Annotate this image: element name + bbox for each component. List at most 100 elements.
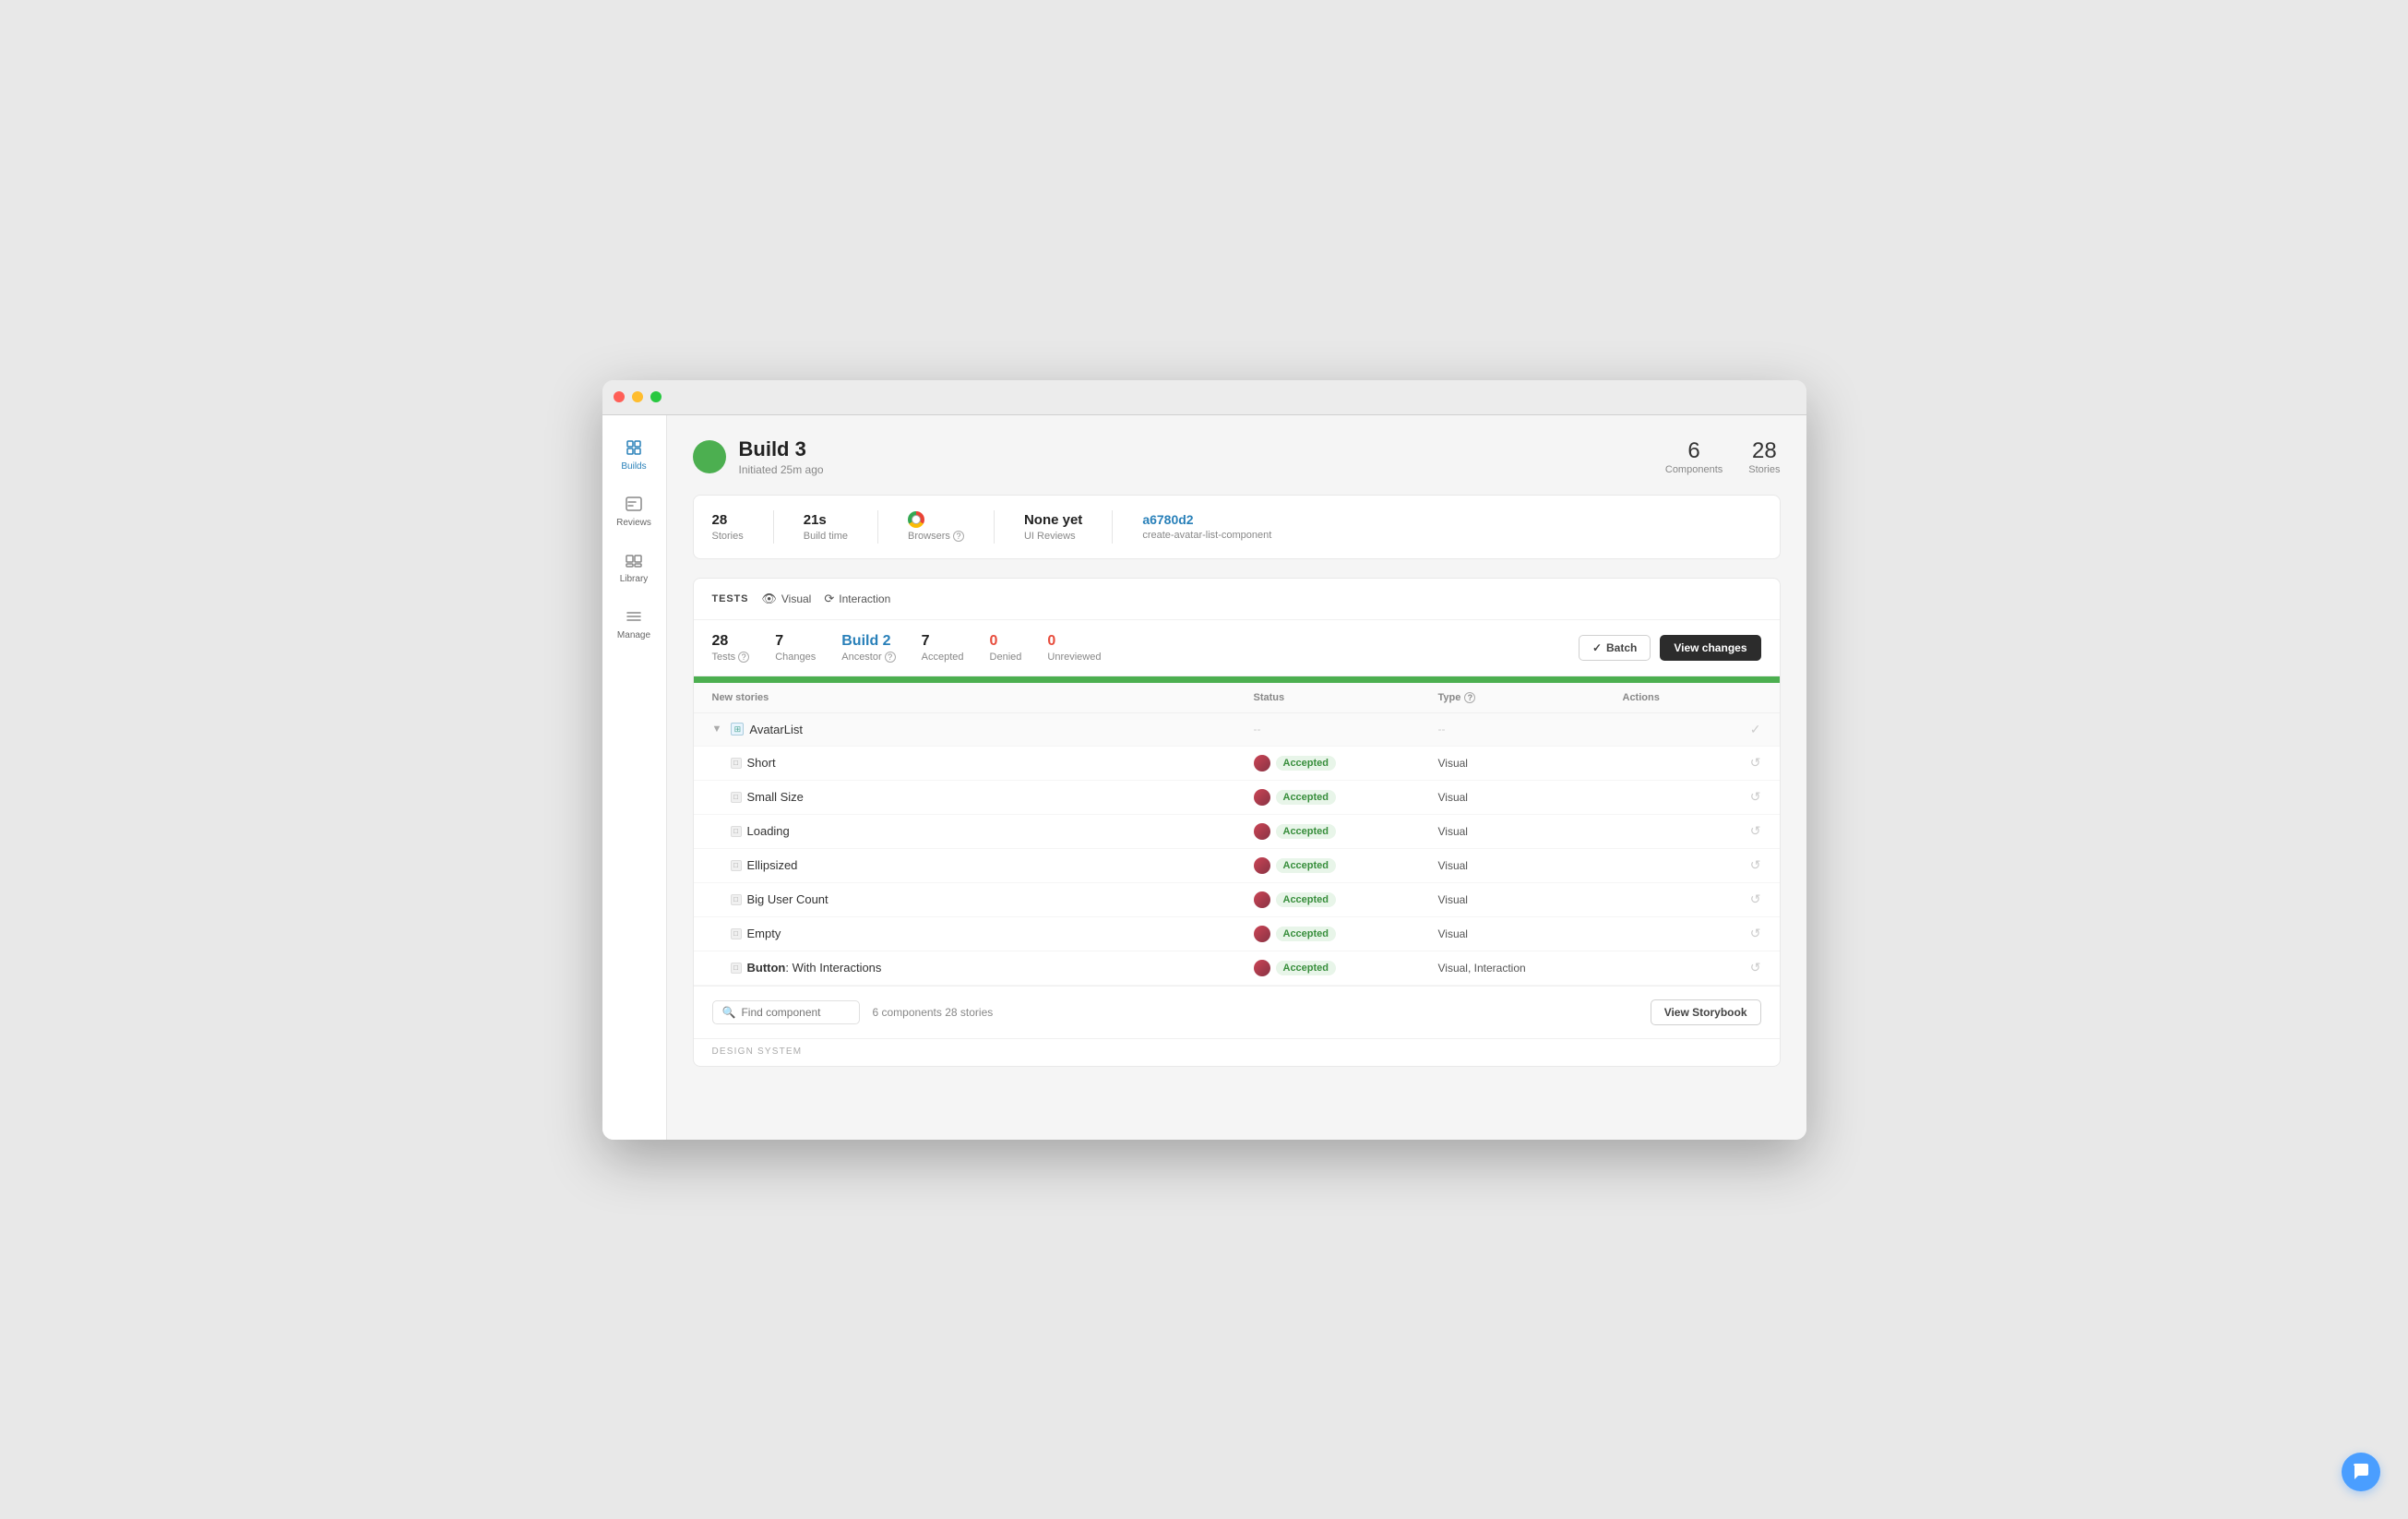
eye-icon: 👁 bbox=[761, 592, 777, 606]
unreviewed-label: Unreviewed bbox=[1047, 652, 1101, 663]
story-name: □ Ellipsized bbox=[712, 858, 1254, 872]
story-type: Visual bbox=[1438, 757, 1623, 770]
sidebar-item-reviews[interactable]: Reviews bbox=[606, 486, 662, 535]
accepted-count: 7 bbox=[922, 633, 964, 650]
batch-button[interactable]: ✓ Batch bbox=[1579, 635, 1651, 661]
story-icon: □ bbox=[731, 928, 742, 939]
story-label: Loading bbox=[747, 824, 790, 838]
story-status: Accepted bbox=[1254, 823, 1438, 840]
type-help-icon[interactable]: ? bbox=[1464, 692, 1475, 703]
builds-label: Builds bbox=[621, 461, 646, 472]
footer-bar: 🔍 6 components 28 stories View Storybook bbox=[694, 986, 1780, 1038]
components-stat: 6 Components bbox=[1665, 438, 1723, 475]
story-type: Visual bbox=[1438, 859, 1623, 872]
denied-count: 0 bbox=[990, 633, 1022, 650]
undo-icon[interactable]: ↺ bbox=[1750, 857, 1761, 873]
library-label: Library bbox=[620, 574, 649, 584]
tests-help-icon[interactable]: ? bbox=[738, 652, 749, 663]
commit-link[interactable]: a6780d2 bbox=[1142, 512, 1271, 527]
ancestor-label: Ancestor ? bbox=[841, 652, 895, 663]
minimize-button[interactable] bbox=[632, 391, 643, 402]
maximize-button[interactable] bbox=[650, 391, 662, 402]
chevron-down-icon[interactable]: ▼ bbox=[712, 724, 722, 735]
story-icon: □ bbox=[731, 963, 742, 974]
browsers-label: Browsers ? bbox=[908, 531, 964, 542]
search-icon: 🔍 bbox=[722, 1006, 736, 1019]
undo-icon[interactable]: ↺ bbox=[1750, 755, 1761, 771]
status-badge: Accepted bbox=[1276, 824, 1337, 839]
build-time-label: Build time bbox=[804, 531, 848, 542]
group-type: -- bbox=[1438, 723, 1623, 736]
stat-unreviewed: 0 Unreviewed bbox=[1047, 633, 1101, 663]
stories-value: 28 bbox=[712, 512, 744, 528]
view-storybook-button[interactable]: View Storybook bbox=[1651, 999, 1761, 1025]
table-row: □ Button: With Interactions Accepted Vis… bbox=[694, 951, 1780, 986]
story-icon: □ bbox=[731, 860, 742, 871]
tests-section: TESTS 👁 Visual ⟳ Interaction 28 bbox=[693, 578, 1781, 1067]
chat-fab-button[interactable] bbox=[2342, 1453, 2380, 1491]
components-count: 6 bbox=[1687, 438, 1699, 464]
story-action: ↺ bbox=[1623, 891, 1761, 907]
batch-label: Batch bbox=[1606, 641, 1637, 654]
build-time-value: 21s bbox=[804, 512, 848, 528]
ancestor-link[interactable]: Build 2 bbox=[841, 633, 895, 650]
ancestor-help-icon[interactable]: ? bbox=[885, 652, 896, 663]
build-header: Build 3 Initiated 25m ago 6 Components 2… bbox=[693, 437, 1781, 476]
search-bar[interactable]: 🔍 bbox=[712, 1000, 860, 1024]
stat-tests: 28 Tests ? bbox=[712, 633, 750, 663]
stat-changes: 7 Changes bbox=[775, 633, 816, 663]
search-input[interactable] bbox=[741, 1006, 849, 1019]
build-stats: 6 Components 28 Stories bbox=[1665, 438, 1781, 475]
info-build-time: 21s Build time bbox=[804, 512, 848, 542]
progress-bar bbox=[694, 676, 1780, 683]
group-name: ▼ ⊞ AvatarList bbox=[712, 723, 1254, 736]
sidebar-item-builds[interactable]: Builds bbox=[606, 430, 662, 479]
story-type: Visual bbox=[1438, 893, 1623, 906]
undo-icon[interactable]: ↺ bbox=[1750, 891, 1761, 907]
story-action: ↺ bbox=[1623, 823, 1761, 839]
view-changes-label: View changes bbox=[1674, 641, 1746, 654]
story-label: Empty bbox=[747, 927, 781, 940]
sidebar-item-manage[interactable]: Manage bbox=[606, 599, 662, 648]
browsers-help-icon[interactable]: ? bbox=[953, 531, 964, 542]
tests-stats-left: 28 Tests ? 7 Changes Build 2 bbox=[712, 633, 1102, 663]
table-row: □ Big User Count Accepted Visual ↺ bbox=[694, 883, 1780, 917]
status-badge: Accepted bbox=[1276, 756, 1337, 771]
story-name: □ Big User Count bbox=[712, 892, 1254, 906]
tab-visual-label: Visual bbox=[781, 592, 811, 605]
story-name: □ Loading bbox=[712, 824, 1254, 838]
build-status-dot bbox=[693, 440, 726, 473]
undo-icon[interactable]: ↺ bbox=[1750, 960, 1761, 975]
story-status: Accepted bbox=[1254, 960, 1438, 976]
story-label: Big User Count bbox=[747, 892, 828, 906]
accepted-label: Accepted bbox=[922, 652, 964, 663]
tab-visual[interactable]: 👁 Visual bbox=[761, 592, 811, 606]
manage-icon bbox=[624, 606, 644, 627]
table-header: New stories Status Type ? Actions bbox=[694, 683, 1780, 713]
build-title: Build 3 bbox=[739, 437, 824, 461]
undo-icon[interactable]: ↺ bbox=[1750, 926, 1761, 941]
stat-ancestor: Build 2 Ancestor ? bbox=[841, 633, 895, 663]
story-action: ↺ bbox=[1623, 755, 1761, 771]
story-icon: □ bbox=[731, 758, 742, 769]
info-browsers: Browsers ? bbox=[908, 511, 964, 542]
col-actions: Actions bbox=[1623, 692, 1761, 703]
view-changes-button[interactable]: View changes bbox=[1660, 635, 1760, 661]
undo-icon[interactable]: ↺ bbox=[1750, 789, 1761, 805]
info-divider-4 bbox=[1112, 510, 1113, 544]
table-row: □ Small Size Accepted Visual ↺ bbox=[694, 781, 1780, 815]
avatar bbox=[1254, 755, 1270, 771]
tests-label: Tests ? bbox=[712, 652, 750, 663]
tests-total: 28 bbox=[712, 633, 750, 650]
group-action: ✓ bbox=[1623, 722, 1761, 737]
tab-interaction[interactable]: ⟳ Interaction bbox=[824, 592, 890, 606]
story-label: Short bbox=[747, 756, 776, 770]
footer-left: 🔍 6 components 28 stories bbox=[712, 1000, 994, 1024]
undo-icon[interactable]: ↺ bbox=[1750, 823, 1761, 839]
story-status: Accepted bbox=[1254, 755, 1438, 771]
reviews-label: Reviews bbox=[616, 518, 651, 528]
close-button[interactable] bbox=[614, 391, 625, 402]
check-action-icon[interactable]: ✓ bbox=[1750, 722, 1761, 737]
status-badge: Accepted bbox=[1276, 790, 1337, 805]
sidebar-item-library[interactable]: Library bbox=[606, 543, 662, 592]
